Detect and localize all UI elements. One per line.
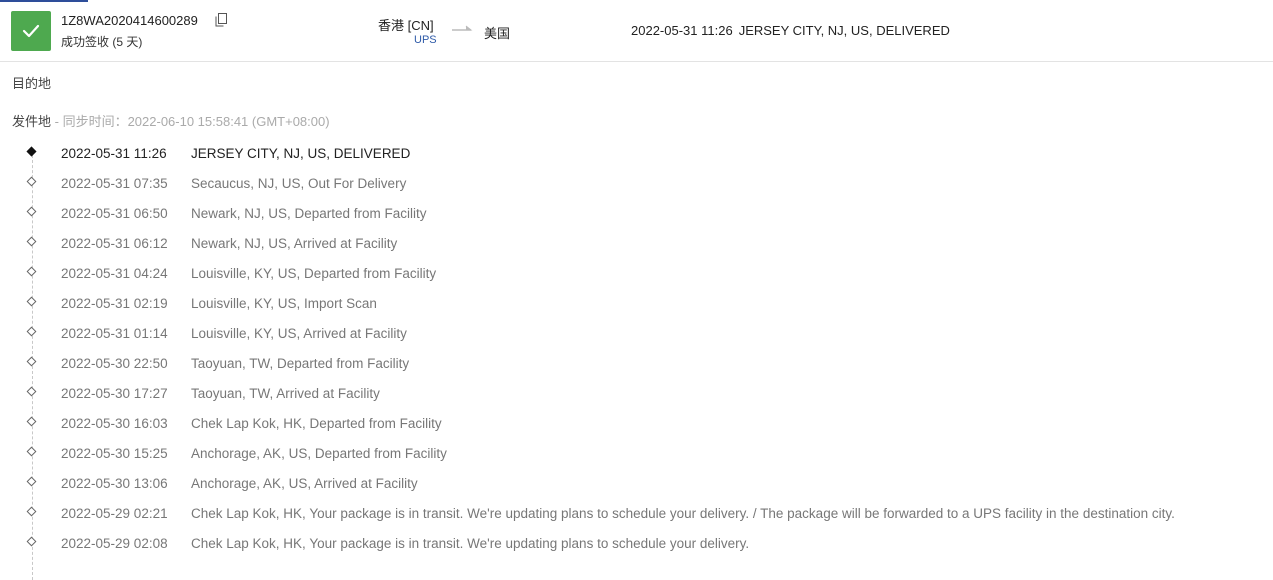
destination-section-label: 目的地 — [12, 76, 52, 91]
copy-icon[interactable] — [215, 13, 227, 27]
diamond-outline-icon — [26, 326, 37, 337]
origin-section-header: 发件地 - 同步时间：2022-06-10 15:58:41 (GMT+08:0… — [12, 111, 330, 130]
carrier-link[interactable]: UPS — [414, 34, 437, 46]
diamond-outline-icon — [26, 206, 37, 217]
event-description: Louisville, KY, US, Departed from Facili… — [191, 266, 437, 281]
diamond-filled-icon — [26, 146, 37, 157]
diamond-outline-icon — [26, 506, 37, 517]
event-time: 2022-05-30 16:03 — [61, 416, 168, 431]
timeline-event: 2022-05-30 15:25 Anchorage, AK, US, Depar… — [0, 438, 1273, 468]
event-description: Taoyuan, TW, Arrived at Facility — [191, 386, 380, 401]
timeline-event: 2022-05-30 16:03 Chek Lap Kok, HK, Depart… — [0, 408, 1273, 438]
diamond-outline-icon — [26, 176, 37, 187]
latest-event-desc: JERSEY CITY, NJ, US, DELIVERED — [738, 23, 950, 38]
timeline-event: 2022-05-31 07:35 Secaucus, NJ, US, Out Fo… — [0, 168, 1273, 198]
arrow-right-icon — [452, 25, 473, 31]
event-description: Louisville, KY, US, Import Scan — [191, 296, 377, 311]
origin-section-label: 发件地 — [12, 114, 52, 129]
timeline-event: 2022-05-29 02:08 Chek Lap Kok, HK, Your p… — [0, 528, 1273, 558]
event-time: 2022-05-30 22:50 — [61, 356, 168, 371]
diamond-outline-icon — [26, 266, 37, 277]
event-description: Chek Lap Kok, HK, Your package is in tra… — [191, 536, 750, 551]
timeline-event: 2022-05-31 01:14 Louisville, KY, US, Arri… — [0, 318, 1273, 348]
event-time: 2022-05-31 06:50 — [61, 206, 168, 221]
event-description: Newark, NJ, US, Arrived at Facility — [191, 236, 398, 251]
diamond-outline-icon — [26, 536, 37, 547]
event-description: Taoyuan, TW, Departed from Facility — [191, 356, 410, 371]
timeline-event: 2022-05-31 06:50 Newark, NJ, US, Departed… — [0, 198, 1273, 228]
event-description: Louisville, KY, US, Arrived at Facility — [191, 326, 407, 341]
delivered-status-badge — [11, 11, 51, 51]
event-description: Chek Lap Kok, HK, Your package is in tra… — [191, 506, 1175, 521]
event-time: 2022-05-31 06:12 — [61, 236, 168, 251]
event-time: 2022-05-31 04:24 — [61, 266, 168, 281]
timeline-event: 2022-05-31 11:26 JERSEY CITY, NJ, US, DEL… — [0, 138, 1273, 168]
event-description: Secaucus, NJ, US, Out For Delivery — [191, 176, 407, 191]
diamond-outline-icon — [26, 416, 37, 427]
timeline-event: 2022-05-30 22:50 Taoyuan, TW, Departed fr… — [0, 348, 1273, 378]
timeline-event: 2022-05-31 02:19 Louisville, KY, US, Impo… — [0, 288, 1273, 318]
event-description: Newark, NJ, US, Departed from Facility — [191, 206, 427, 221]
delivery-status-text: 成功签收 (5 天) — [61, 35, 143, 49]
event-time: 2022-05-31 02:19 — [61, 296, 168, 311]
latest-event: 2022-05-31 11:26 JERSEY CITY, NJ, US, DEL… — [631, 23, 950, 38]
event-time: 2022-05-31 01:14 — [61, 326, 168, 341]
tracking-number[interactable]: 1Z8WA2020414600289 — [61, 13, 198, 28]
latest-event-time: 2022-05-31 11:26 — [631, 23, 733, 38]
event-time: 2022-05-30 17:27 — [61, 386, 168, 401]
diamond-outline-icon — [26, 236, 37, 247]
event-time: 2022-05-31 07:35 — [61, 176, 168, 191]
checkmark-icon — [22, 24, 40, 38]
event-time: 2022-05-29 02:08 — [61, 536, 168, 551]
destination-country: 美国 — [484, 26, 511, 41]
diamond-outline-icon — [26, 386, 37, 397]
shipment-header: 1Z8WA2020414600289 成功签收 (5 天) 香港 [CN] UP… — [0, 0, 1273, 62]
diamond-outline-icon — [26, 296, 37, 307]
timeline-event: 2022-05-31 06:12 Newark, NJ, US, Arrived … — [0, 228, 1273, 258]
timeline-event: 2022-05-31 04:24 Louisville, KY, US, Depa… — [0, 258, 1273, 288]
diamond-outline-icon — [26, 356, 37, 367]
event-time: 2022-05-30 13:06 — [61, 476, 168, 491]
diamond-outline-icon — [26, 446, 37, 457]
event-description: Chek Lap Kok, HK, Departed from Facility — [191, 416, 442, 431]
timeline-event: 2022-05-30 17:27 Taoyuan, TW, Arrived at … — [0, 378, 1273, 408]
event-description: Anchorage, AK, US, Departed from Facilit… — [191, 446, 447, 461]
event-time: 2022-05-30 15:25 — [61, 446, 168, 461]
event-description: JERSEY CITY, NJ, US, DELIVERED — [191, 146, 411, 161]
origin-country: 香港 [CN] — [378, 18, 434, 33]
event-description: Anchorage, AK, US, Arrived at Facility — [191, 476, 418, 491]
timeline-event: 2022-05-30 13:06 Anchorage, AK, US, Arriv… — [0, 468, 1273, 498]
event-time: 2022-05-29 02:21 — [61, 506, 168, 521]
timeline-event: 2022-05-29 02:21 Chek Lap Kok, HK, Your p… — [0, 498, 1273, 528]
diamond-outline-icon — [26, 476, 37, 487]
event-time: 2022-05-31 11:26 — [61, 146, 167, 161]
sync-time-text: - 同步时间：2022-06-10 15:58:41 (GMT+08:00) — [51, 114, 330, 129]
